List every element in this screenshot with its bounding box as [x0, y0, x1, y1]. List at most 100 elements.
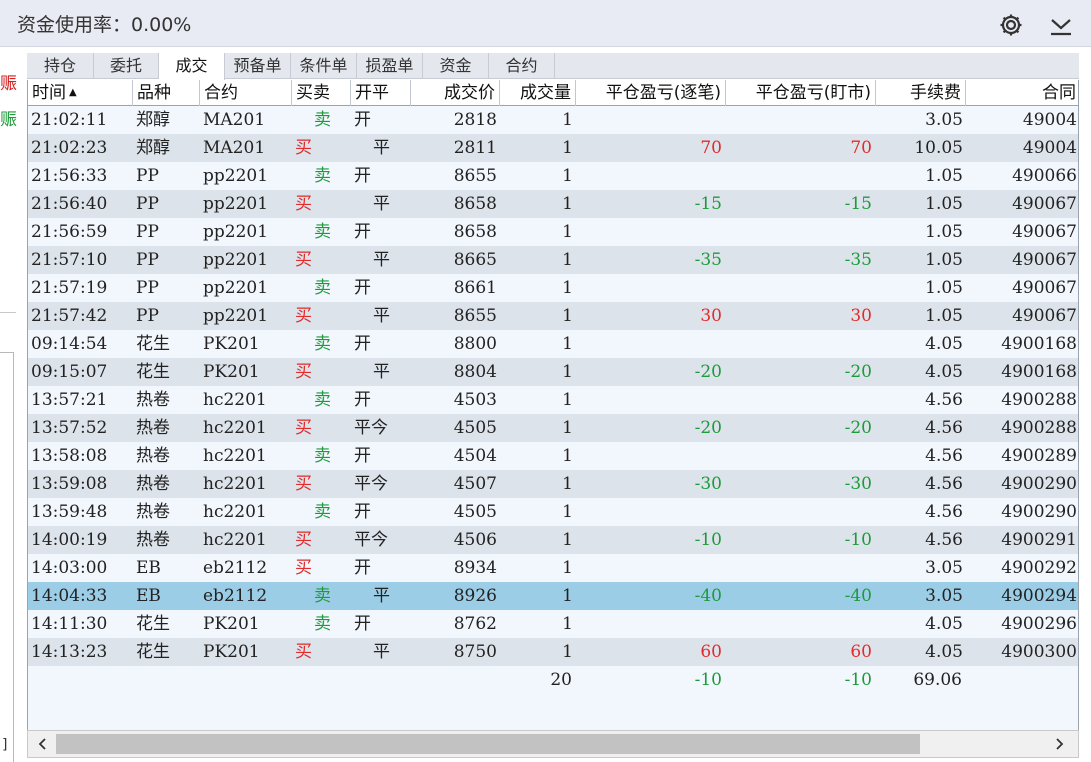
table-row[interactable]: 13:59:48 热卷 hc2201 卖 开 4505 1 4.56 4900290: [28, 498, 1078, 526]
column-header-fee[interactable]: 手续费: [876, 80, 966, 106]
cell-product: 花生: [136, 362, 170, 382]
cell-side: 买: [295, 642, 312, 662]
column-header-volume[interactable]: 成交量: [500, 80, 576, 106]
cell-pnl-mark: [726, 442, 876, 470]
table-row[interactable]: 21:57:19 PP pp2201 卖 开 8661 1 1.05 490067: [28, 274, 1078, 302]
chevron-down-icon[interactable]: [1048, 12, 1074, 38]
table-row[interactable]: 21:56:33 PP pp2201 卖 开 8655 1 1.05 490066: [28, 162, 1078, 190]
table-row[interactable]: 14:00:19 热卷 hc2201 买 平今 4506 1 -10 -10 4.56 490029…: [28, 526, 1078, 554]
table-row[interactable]: 21:56:59 PP pp2201 卖 开 8658 1 1.05 490067: [28, 218, 1078, 246]
horizontal-scrollbar[interactable]: [27, 730, 1079, 758]
cell-time: 21:57:42: [31, 306, 108, 326]
cell-price: 4504: [453, 446, 497, 466]
cell-order-id: 490067: [1012, 306, 1077, 326]
cell-contract: pp2201: [203, 222, 269, 242]
cell-side: 买: [295, 194, 312, 214]
cell-contract: pp2201: [203, 166, 269, 186]
table-row[interactable]: 13:58:08 热卷 hc2201 卖 开 4504 1 4.56 4900289: [28, 442, 1078, 470]
cell-price: 4503: [453, 390, 497, 410]
scrollbar-thumb[interactable]: [56, 734, 920, 754]
cell-order-id: 490066: [1012, 166, 1077, 186]
column-header-price[interactable]: 成交价: [411, 80, 500, 106]
table-row[interactable]: 21:02:11 郑醇 MA201 卖 开 2818 1 3.05 49004: [28, 106, 1078, 134]
tab-prepared-orders[interactable]: 预备单: [225, 53, 291, 79]
cell-side: 卖: [314, 334, 331, 354]
cell-open-close: 开: [354, 614, 371, 634]
column-header-side[interactable]: 买卖: [292, 80, 351, 106]
column-header-open-close[interactable]: 开平: [351, 80, 411, 106]
cell-fee: 3.05: [925, 586, 963, 606]
tab-trades[interactable]: 成交: [159, 53, 225, 80]
column-header-contract[interactable]: 合约: [200, 80, 292, 106]
cell-time: 09:14:54: [31, 334, 108, 354]
cell-volume: 1: [562, 334, 573, 354]
tab-funds[interactable]: 资金: [423, 53, 489, 79]
tab-orders[interactable]: 委托: [94, 53, 159, 79]
cell-open-close: 开: [354, 502, 371, 522]
cell-pnl-trade: [576, 610, 726, 638]
left-panel-text: ]: [2, 737, 8, 753]
column-header-product[interactable]: 品种: [133, 80, 200, 106]
tab-positions[interactable]: 持仓: [27, 53, 94, 79]
left-side-panel: 赈 赈 ]: [0, 47, 17, 762]
cell-price: 4506: [453, 530, 497, 550]
cell-pnl-trade: -40: [694, 586, 722, 606]
cell-price: 8804: [453, 362, 497, 382]
cell-contract: hc2201: [203, 446, 267, 466]
cell-time: 21:56:59: [31, 222, 108, 242]
cell-side: 买: [295, 362, 312, 382]
cell-time: 14:00:19: [31, 530, 108, 550]
table-row[interactable]: 14:03:00 EB eb2112 买 开 8934 1 3.05 4900292: [28, 554, 1078, 582]
cell-fee: 1.05: [925, 250, 963, 270]
table-row[interactable]: 14:04:33 EB eb2112 卖 平 8926 1 -40 -40 3.05 4900294: [28, 582, 1078, 610]
table-row[interactable]: 09:15:07 花生 PK201 买 平 8804 1 -20 -20 4.05 4900168: [28, 358, 1078, 386]
cell-product: EB: [136, 558, 161, 578]
cell-contract: PK201: [203, 642, 260, 662]
cell-pnl-mark: 30: [850, 306, 872, 326]
cell-time: 21:56:33: [31, 166, 108, 186]
table-row[interactable]: 13:57:52 热卷 hc2201 买 平今 4505 1 -20 -20 4.56 490028…: [28, 414, 1078, 442]
table-row[interactable]: 14:11:30 花生 PK201 卖 开 8762 1 4.05 4900296: [28, 610, 1078, 638]
cell-pnl-trade: [576, 218, 726, 246]
gear-icon[interactable]: [998, 12, 1024, 38]
column-header-pnl-trade[interactable]: 平仓盈亏(逐笔): [576, 80, 726, 106]
tab-contracts[interactable]: 合约: [489, 53, 555, 79]
total-fee: 69.06: [913, 670, 962, 690]
cell-price: 2818: [453, 110, 497, 130]
cell-side: 卖: [314, 502, 331, 522]
sort-ascending-icon: ▲: [69, 87, 77, 98]
chevron-left-icon[interactable]: [34, 735, 52, 753]
cell-product: PP: [136, 250, 159, 270]
left-panel-text-red: 赈: [0, 74, 17, 94]
table-row[interactable]: 21:57:42 PP pp2201 买 平 8655 1 30 30 1.05 490067: [28, 302, 1078, 330]
cell-side: 买: [295, 530, 312, 550]
cell-volume: 1: [562, 166, 573, 186]
cell-side: 卖: [314, 614, 331, 634]
cell-open-close: 平: [373, 194, 390, 214]
tab-stop-orders[interactable]: 损盈单: [357, 53, 423, 79]
total-volume: 20: [550, 670, 572, 690]
table-row[interactable]: 21:02:23 郑醇 MA201 买 平 2811 1 70 70 10.05 49004: [28, 134, 1078, 162]
table-row[interactable]: 14:13:23 花生 PK201 买 平 8750 1 60 60 4.05 4900300: [28, 638, 1078, 666]
tab-conditional-orders[interactable]: 条件单: [291, 53, 357, 79]
cell-price: 8800: [453, 334, 497, 354]
table-row[interactable]: 21:56:40 PP pp2201 买 平 8658 1 -15 -15 1.05 490067: [28, 190, 1078, 218]
capital-usage-title: 资金使用率：0.00%: [17, 14, 192, 36]
cell-product: PP: [136, 222, 159, 242]
cell-time: 14:13:23: [31, 642, 108, 662]
column-header-time[interactable]: 时间 ▲: [28, 80, 133, 106]
top-bar: 资金使用率：0.00%: [0, 0, 1091, 47]
trades-table: 时间 ▲ 品种 合约 买卖 开平 成交价 成交量 平仓盈亏(逐笔) 平仓盈亏(盯市…: [27, 80, 1079, 730]
column-header-order-id[interactable]: 合同: [966, 80, 1078, 106]
chevron-right-icon[interactable]: [1050, 735, 1068, 753]
cell-price: 8655: [453, 166, 497, 186]
table-row[interactable]: 21:57:10 PP pp2201 买 平 8665 1 -35 -35 1.05 490067: [28, 246, 1078, 274]
table-row[interactable]: 13:59:08 热卷 hc2201 买 平今 4507 1 -30 -30 4.56 490029…: [28, 470, 1078, 498]
cell-contract: PK201: [203, 362, 260, 382]
cell-side: 卖: [314, 278, 331, 298]
table-row[interactable]: 13:57:21 热卷 hc2201 卖 开 4503 1 4.56 4900288: [28, 386, 1078, 414]
column-header-pnl-mark[interactable]: 平仓盈亏(盯市): [726, 80, 876, 106]
cell-volume: 1: [562, 194, 573, 214]
table-row[interactable]: 09:14:54 花生 PK201 卖 开 8800 1 4.05 4900168: [28, 330, 1078, 358]
cell-contract: hc2201: [203, 390, 267, 410]
